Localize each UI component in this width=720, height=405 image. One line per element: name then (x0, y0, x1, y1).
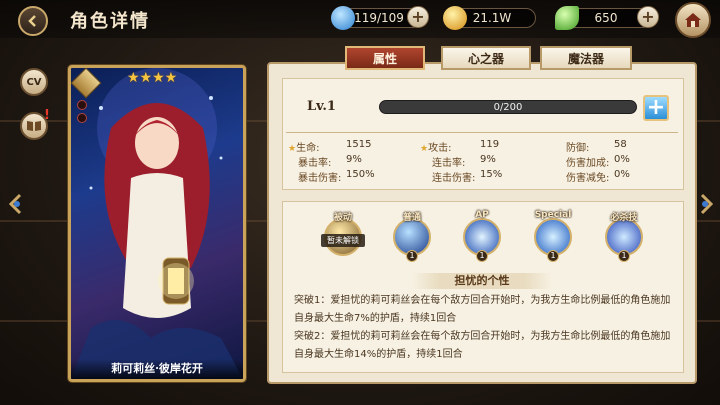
page-title: 角色详情 (70, 11, 150, 32)
stat-combo-rate: 连击率: (432, 158, 466, 169)
arrow-left-icon (8, 193, 22, 215)
rarity-stars: ★★★★ (127, 70, 178, 86)
stat-atk: ★攻击: (420, 143, 452, 154)
skill-ap-label: AP (475, 210, 489, 220)
drop-icon (331, 6, 355, 30)
add-energy-button[interactable]: + (407, 6, 429, 28)
leaf-gem-icon (555, 6, 579, 30)
coin-icon (443, 6, 467, 30)
slot-icon (77, 113, 87, 123)
trait-title: 担忧的个性 (412, 273, 552, 289)
skill-ap-level: 1 (476, 250, 488, 262)
stat-hp: ★生命: (288, 143, 320, 154)
skill-normal-level: 1 (406, 250, 418, 262)
tab-attributes[interactable]: 属性 (345, 46, 425, 70)
game-screen: 角色详情 119/109 + 21.1W 650 + CV ! ★★★★ 莉可莉… (0, 0, 720, 405)
skill-special-label: Special (534, 210, 572, 220)
stat-crit-dmg-value: 150% (346, 169, 375, 180)
divider (286, 132, 678, 133)
stat-dmg-reduce: 伤害减免: (566, 173, 610, 184)
energy-counter: 119/109 + (331, 6, 429, 30)
stat-hp-value: 1515 (346, 139, 372, 150)
trait-desc-line: 突破2：爱担忧的莉可莉丝会在每个敌方回合开始时，为我方生命比例最低的角色施加 (294, 331, 671, 342)
star-icon: ★ (420, 144, 429, 154)
trait-desc-line: 突破1：爱担忧的莉可莉丝会在每个敌方回合开始时，为我方生命比例最低的角色施加 (294, 295, 671, 306)
stat-crit-rate-value: 9% (346, 154, 362, 165)
slot-icon (77, 100, 87, 110)
xp-bar: 0/200 (379, 100, 637, 114)
tab-heart-vessel[interactable]: 心之器 (441, 46, 531, 70)
stat-def: 防御: (566, 143, 590, 154)
skill-ultimate-label: 必杀技 (610, 213, 638, 223)
card-slots (77, 100, 87, 126)
xp-text: 0/200 (493, 102, 523, 113)
skill-locked-tag: 暂未解锁 (321, 234, 365, 247)
stat-crit-rate: 暴击率: (298, 158, 332, 169)
stat-dmg-bonus-value: 0% (614, 154, 630, 165)
skill-passive-label: 被动 (333, 213, 352, 223)
star-icon: ★ (288, 144, 297, 154)
trait-desc-line: 自身最大生命14%的护盾，持续1回合 (294, 349, 463, 360)
add-gem-button[interactable]: + (637, 6, 659, 28)
skill-ultimate-level: 1 (618, 250, 630, 262)
level-label: Lv.1 (307, 99, 336, 114)
home-icon (685, 13, 701, 27)
level-up-button[interactable]: + (643, 95, 669, 121)
back-button[interactable] (18, 6, 48, 36)
home-button[interactable] (675, 2, 711, 38)
character-name: 莉可莉丝·彼岸花开 (71, 359, 243, 379)
stat-combo-dmg: 连击伤害: (432, 173, 476, 184)
arrow-right-icon (700, 193, 714, 215)
gold-counter: 21.1W (443, 6, 536, 30)
prev-character-button[interactable] (4, 190, 26, 218)
stat-dmg-bonus: 伤害加成: (566, 158, 610, 169)
notification-icon: ! (44, 108, 50, 123)
cv-button[interactable]: CV (20, 68, 48, 96)
chevron-left-icon (28, 15, 36, 27)
stat-combo-dmg-value: 15% (480, 169, 503, 180)
stat-crit-dmg: 暴击伤害: (298, 173, 342, 184)
story-book-icon (27, 121, 41, 131)
gem-counter: 650 + (555, 6, 659, 30)
character-portrait (71, 68, 243, 379)
skill-normal-label: 普通 (402, 213, 421, 223)
character-card: ★★★★ 莉可莉丝·彼岸花开 (68, 65, 246, 382)
stat-dmg-reduce-value: 0% (614, 169, 630, 180)
trait-desc-line: 自身最大生命7%的护盾，持续1回合 (294, 313, 457, 324)
stat-def-value: 58 (614, 139, 627, 150)
skill-special-level: 1 (547, 250, 559, 262)
stat-atk-value: 119 (480, 139, 500, 150)
next-character-button[interactable] (696, 190, 718, 218)
tab-magic-item[interactable]: 魔法器 (540, 46, 632, 70)
stat-combo-rate-value: 9% (480, 154, 496, 165)
